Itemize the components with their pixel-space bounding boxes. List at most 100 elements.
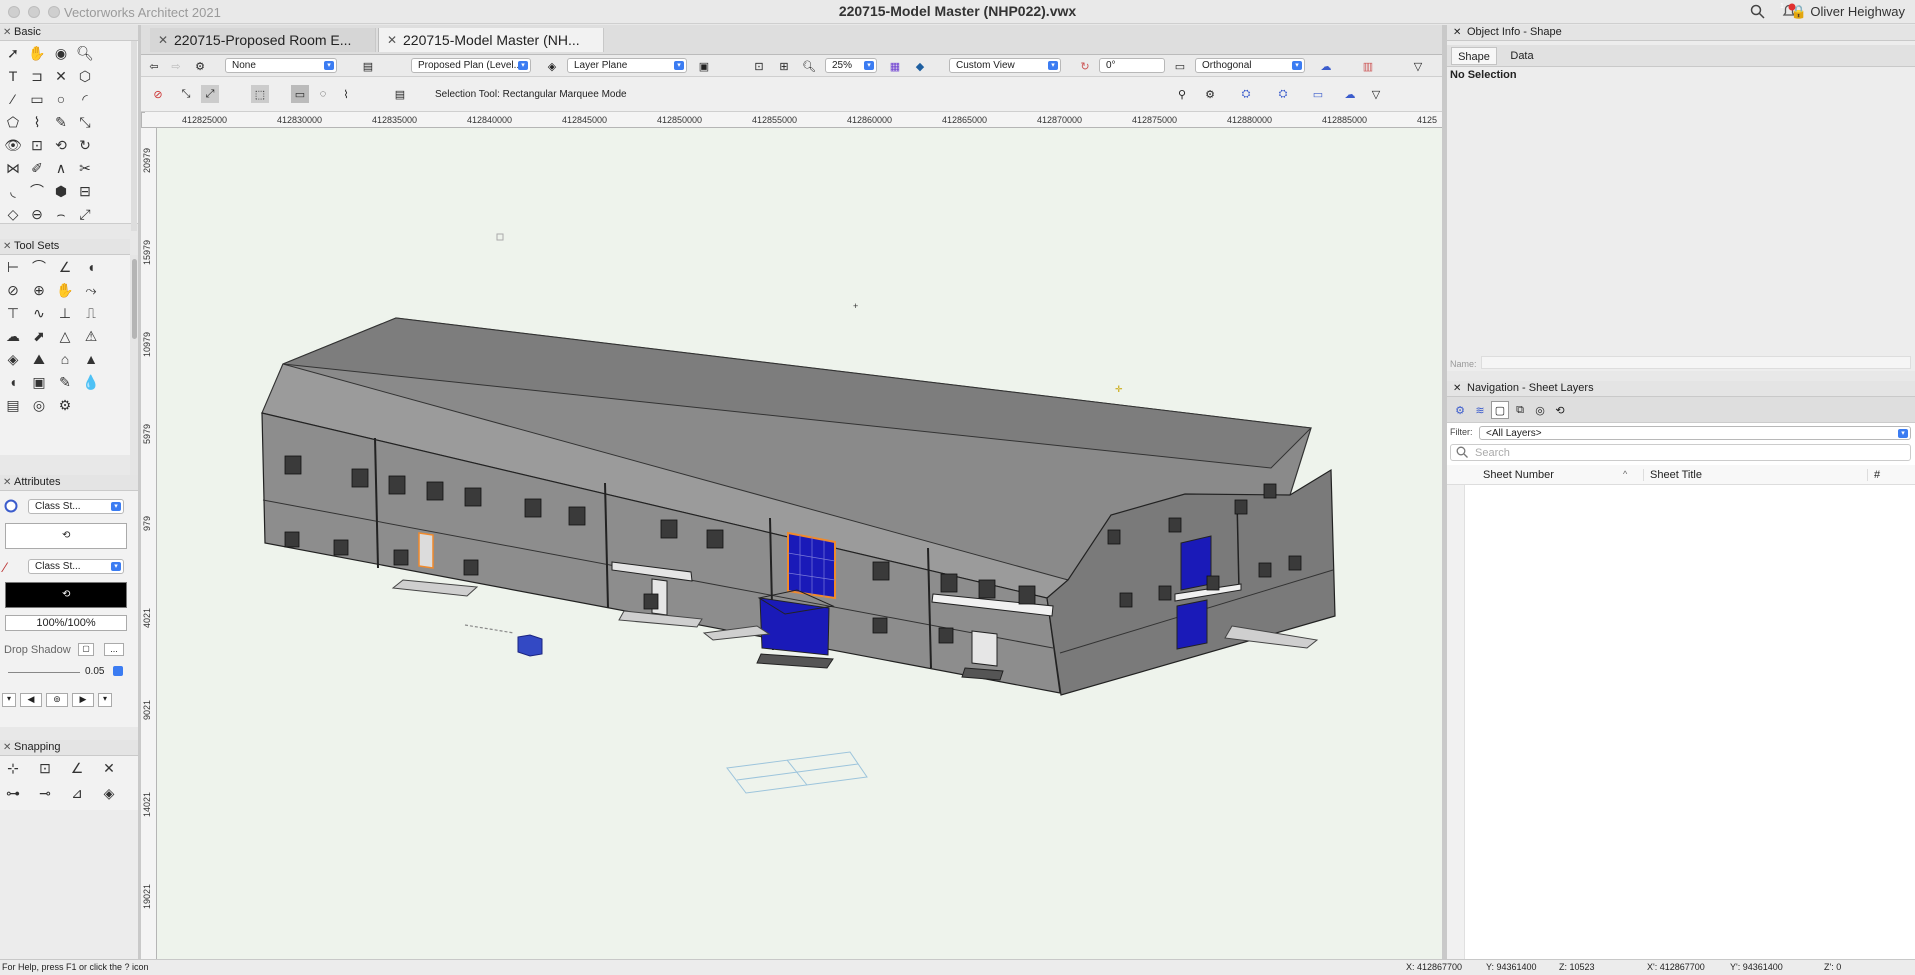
subtract-tool-icon[interactable]: ⊖ <box>26 204 48 224</box>
line-weight-stepper[interactable] <box>113 666 123 676</box>
arrow-end-menu-button[interactable]: ▾ <box>98 693 112 707</box>
palette-scrollbar[interactable] <box>131 41 137 231</box>
projection-settings-icon[interactable]: ▭ <box>1171 57 1189 75</box>
view-bar-menu-icon[interactable]: ▽ <box>1409 57 1427 75</box>
sheet-icon[interactable]: ▭ <box>1309 85 1327 103</box>
visibility-tool-icon[interactable]: 👁︎ <box>2 135 24 155</box>
mode-bar-menu-icon[interactable]: ▽ <box>1367 85 1385 103</box>
trace-tool-icon[interactable]: ⤳ <box>80 280 102 300</box>
view-select[interactable]: Custom View ▾ <box>949 58 1061 73</box>
visibility-options-icon[interactable]: ⛭ <box>1274 85 1292 103</box>
stack-layers-icon[interactable]: ▥ <box>1359 57 1377 75</box>
forward-arrow-icon[interactable]: ⇨ <box>167 57 185 75</box>
elevation-tool-icon[interactable]: ⊥ <box>54 303 76 323</box>
hand-tool-icon[interactable]: ✋ <box>54 280 76 300</box>
drawing-canvas[interactable]: + ✛ <box>157 128 1442 959</box>
stake-tool-icon[interactable]: ⊤ <box>2 303 24 323</box>
clip-tool-icon[interactable]: ⊟ <box>74 181 96 201</box>
polyline-tool-icon[interactable]: ⌇ <box>26 112 48 132</box>
terrain-tool-icon[interactable]: ▲ <box>80 349 102 369</box>
radius-tool-icon[interactable]: ⊘ <box>2 280 24 300</box>
angle-tool-icon[interactable]: ⌒ <box>28 257 50 277</box>
pen-preview[interactable]: ⟲ <box>5 582 127 608</box>
level-tool-icon[interactable]: ⎍ <box>80 303 102 323</box>
mirror-tool-icon[interactable]: ⟲ <box>50 135 72 155</box>
text-tool-icon[interactable]: T <box>2 66 24 86</box>
link-arrow-button[interactable]: ⊚ <box>46 693 68 707</box>
tab-model-master[interactable]: ✕ 220715-Model Master (NH... <box>378 28 604 52</box>
measure-icon[interactable]: ⚲ <box>1173 85 1191 103</box>
pan-tool-icon[interactable]: ✋ <box>26 43 48 63</box>
drop-shadow-toggle[interactable]: ▢ <box>78 643 94 656</box>
wave-tool-icon[interactable]: ∿ <box>28 303 50 323</box>
object-info-header[interactable]: ✕ Object Info - Shape <box>1447 25 1915 41</box>
revision-tool-icon[interactable]: △ <box>54 326 76 346</box>
name-field[interactable] <box>1481 356 1911 369</box>
dimension-tool-icon[interactable]: ⊢ <box>2 257 24 277</box>
extrude-tool-icon[interactable]: ⬢ <box>50 181 72 201</box>
rotate-tool-icon[interactable]: ↻ <box>74 135 96 155</box>
fill-icon[interactable] <box>4 499 18 516</box>
snap-surface-tool-icon[interactable]: ◈ <box>98 783 120 803</box>
horizontal-ruler[interactable]: 412825000 412830000 412835000 412840000 4128… <box>145 112 1442 128</box>
disable-interactive-scaling-icon[interactable]: ⊘ <box>149 85 167 103</box>
snap-intersection-tool-icon[interactable]: ✕ <box>98 758 120 778</box>
selection-tool-icon[interactable]: ➚ <box>2 43 24 63</box>
end-arrow-button[interactable]: ▶ <box>72 693 94 707</box>
close-tab-icon[interactable]: ✕ <box>387 28 397 52</box>
lighting-icon[interactable]: ☁ <box>1317 57 1335 75</box>
grade-tool-icon[interactable]: ⛰ <box>28 349 50 369</box>
shape-tool-icon[interactable]: ◇ <box>2 204 24 224</box>
render-mode-icon[interactable]: ▦ <box>886 57 904 75</box>
snapping-header[interactable]: ✕ Snapping <box>0 740 138 756</box>
tab-shape[interactable]: Shape <box>1451 47 1497 65</box>
zoom-select[interactable]: 25% ▾ <box>825 58 877 73</box>
snap-distance-tool-icon[interactable]: ⊶ <box>2 783 24 803</box>
vertical-ruler[interactable]: 20979 15979 10979 5979 979 4021 9021 14021 19021 <box>141 128 157 959</box>
enable-single-resize-icon[interactable]: ⤡ <box>177 85 195 103</box>
classes-mode-icon[interactable]: ⚙ <box>1451 401 1469 419</box>
connect-tool-icon[interactable]: ∧ <box>50 158 72 178</box>
line-tool-icon[interactable]: ⁄ <box>2 89 24 109</box>
tape-tool-icon[interactable]: ∠ <box>54 257 76 277</box>
back-arrow-icon[interactable]: ⇦ <box>145 57 163 75</box>
snap-angle-tool-icon[interactable]: ∠ <box>66 758 88 778</box>
opacity-field[interactable]: 100%/100% <box>5 615 127 631</box>
layer-options-icon[interactable]: ▤ <box>359 57 377 75</box>
snap-object-tool-icon[interactable]: ⊡ <box>34 758 56 778</box>
close-icon[interactable]: ✕ <box>1453 25 1461 40</box>
fit-objects-icon[interactable]: ⊞ <box>775 57 793 75</box>
circle-tool-icon[interactable]: ○ <box>50 89 72 109</box>
tab-data[interactable]: Data <box>1499 47 1545 65</box>
tool-sets-header[interactable]: ✕ Tool Sets <box>0 239 130 255</box>
center-tool-icon[interactable]: ⊕ <box>28 280 50 300</box>
lasso-icon[interactable]: ◌ <box>314 85 332 103</box>
space-tool-icon[interactable]: ◖ <box>80 257 102 277</box>
curve-tool-icon[interactable]: ⌢ <box>50 204 72 224</box>
rotate-plan-icon[interactable]: ↻ <box>1076 57 1094 75</box>
arrow-tool-icon[interactable]: ⬈ <box>28 326 50 346</box>
arrow-menu-button[interactable]: ▾ <box>2 693 16 707</box>
close-icon[interactable]: ✕ <box>3 25 11 40</box>
gear-tool-icon[interactable]: ⚙ <box>54 395 76 415</box>
pipe-tool-icon[interactable]: ◖ <box>2 372 24 392</box>
snap-point-tool-icon[interactable]: ⊿ <box>66 783 88 803</box>
freehand-tool-icon[interactable]: ✐ <box>26 158 48 178</box>
selection-preferences-icon[interactable]: ▤ <box>391 85 409 103</box>
house-tool-icon[interactable]: ⌂ <box>54 349 76 369</box>
filter-select[interactable]: <All Layers> ▾ <box>1479 426 1911 440</box>
close-icon[interactable]: ✕ <box>3 239 11 254</box>
snap-tangent-tool-icon[interactable]: ⊸ <box>34 783 56 803</box>
flyover-tool-icon[interactable]: ◉ <box>50 43 72 63</box>
attributes-header[interactable]: ✕ Attributes <box>0 475 138 491</box>
column-hash[interactable]: # <box>1867 469 1880 481</box>
rectangular-marquee-icon[interactable]: ▭ <box>291 85 309 103</box>
zoom-tool-icon[interactable]: 🔍︎ <box>74 43 96 63</box>
tab-proposed-room[interactable]: ✕ 220715-Proposed Room E... <box>150 28 376 52</box>
stair-tool-icon[interactable]: ▤ <box>2 395 24 415</box>
close-tab-icon[interactable]: ✕ <box>158 28 168 52</box>
render-options-icon[interactable]: ⛭ <box>1237 85 1255 103</box>
projection-select[interactable]: Orthogonal ▾ <box>1195 58 1305 73</box>
active-class-select[interactable]: None ▾ <box>225 58 337 73</box>
saved-views-mode-icon[interactable]: ◎ <box>1531 401 1549 419</box>
